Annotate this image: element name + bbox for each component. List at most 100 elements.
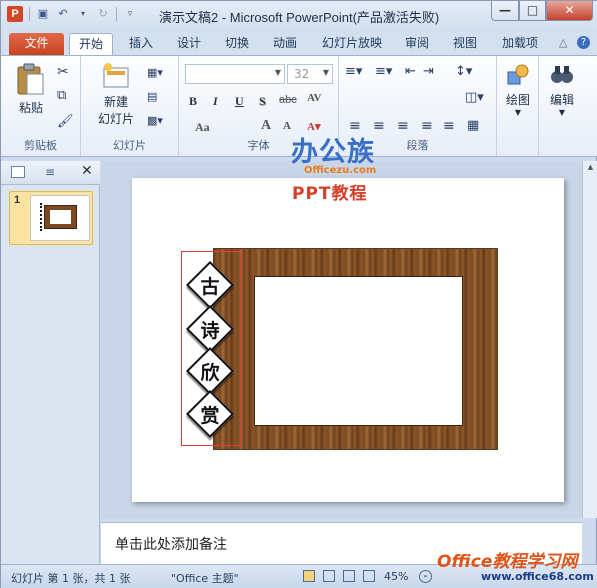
tab-slideshow[interactable]: 幻灯片放映 (319, 33, 385, 55)
diamond-char-4: 赏 (200, 405, 220, 427)
slide-thumbnail-preview (30, 195, 90, 241)
smartart-icon[interactable]: ▦ (467, 118, 479, 133)
tab-transitions[interactable]: 切换 (223, 33, 251, 55)
diamond-char-1: 古 (200, 276, 220, 298)
char-spacing-icon[interactable]: AV (307, 92, 321, 104)
watermark-brand: 办公族 (291, 137, 375, 168)
vertical-scrollbar[interactable]: ▲ (582, 161, 597, 518)
outline-tab-icon[interactable]: ≡ (45, 165, 55, 179)
tab-addins[interactable]: 加载项 (499, 33, 541, 55)
slides-group-label: 幻灯片 (113, 139, 146, 152)
font-size-combo[interactable]: 32 ▼ (287, 64, 333, 84)
save-icon[interactable]: ▣ (36, 7, 50, 21)
scroll-up-icon[interactable]: ▲ (585, 163, 596, 175)
powerpoint-window: P ▣ ↶ ▾ ↻ ▿ 演示文稿2 - Microsoft PowerPoint… (0, 0, 597, 588)
quick-access-toolbar: P ▣ ↶ ▾ ↻ ▿ (7, 6, 137, 22)
watermark-footer-brand: Office教程学习网 (437, 552, 578, 572)
thumb-frame (44, 205, 77, 229)
tab-design[interactable]: 设计 (175, 33, 203, 55)
notes-placeholder: 单击此处添加备注 (115, 537, 227, 553)
align-right-icon[interactable]: ≡ (397, 118, 409, 134)
title-bar: P ▣ ↶ ▾ ↻ ▿ 演示文稿2 - Microsoft PowerPoint… (1, 1, 597, 29)
slide-thumbnail-1[interactable]: 1 (9, 191, 93, 245)
underline-button[interactable]: U (235, 94, 244, 109)
new-slide-button[interactable]: 新建 幻灯片 (91, 62, 141, 127)
reset-icon[interactable]: ▤ (147, 90, 157, 103)
collapse-ribbon-icon[interactable]: △ (559, 36, 567, 49)
slideshow-view-icon[interactable] (363, 570, 375, 582)
bullets-icon[interactable]: ≡▾ (345, 64, 362, 79)
qat-separator (116, 7, 117, 21)
minimize-button[interactable]: — (491, 1, 519, 21)
cut-icon[interactable]: ✂ (57, 64, 69, 80)
chevron-down-icon: ▼ (274, 68, 281, 77)
section-icon[interactable]: ▩▾ (147, 114, 163, 127)
tab-view[interactable]: 视图 (451, 33, 479, 55)
justify-icon[interactable]: ≡ (421, 118, 433, 134)
window-title: 演示文稿2 - Microsoft PowerPoint(产品激活失败) (159, 10, 440, 25)
tab-review[interactable]: 审阅 (403, 33, 431, 55)
help-icon[interactable]: ? (577, 36, 590, 49)
distributed-icon[interactable]: ≡ (443, 118, 455, 134)
tab-home[interactable]: 开始 (69, 33, 113, 55)
qat-separator (29, 7, 30, 21)
chevron-down-icon: ▼ (322, 68, 329, 77)
maximize-button[interactable]: □ (519, 1, 546, 21)
paste-label: 粘贴 (18, 101, 43, 115)
editing-label: 编辑 (549, 93, 574, 107)
zoom-level[interactable]: 45% (384, 570, 408, 583)
slide-sorter-icon[interactable] (323, 570, 335, 582)
change-case-button[interactable]: Aa (195, 120, 210, 135)
group-drawing: 绘图 ▼ (497, 56, 539, 156)
slides-tab-icon[interactable] (11, 166, 25, 178)
shadow-button[interactable]: S (259, 94, 266, 109)
tab-insert[interactable]: 插入 (125, 33, 157, 55)
drawing-label: 绘图 (505, 93, 530, 107)
powerpoint-app-icon[interactable]: P (7, 6, 23, 22)
format-painter-icon[interactable]: 🖌 (57, 114, 74, 129)
chevron-down-icon: ▼ (558, 108, 566, 117)
tab-animations[interactable]: 动画 (271, 33, 299, 55)
strikethrough-button[interactable]: abc (279, 94, 297, 106)
watermark-subtitle: PPT教程 (292, 184, 368, 204)
reading-view-icon[interactable] (343, 570, 355, 582)
line-spacing-icon[interactable]: ↕▾ (455, 64, 472, 79)
redo-icon[interactable]: ↻ (96, 7, 110, 21)
copy-icon[interactable]: ⧉ (57, 88, 66, 103)
layout-icon[interactable]: ▦▾ (147, 66, 163, 79)
normal-view-icon[interactable] (303, 570, 315, 582)
decrease-indent-icon[interactable]: ⇤ (405, 64, 416, 79)
bold-button[interactable]: B (189, 94, 197, 109)
new-slide-icon (103, 63, 129, 88)
italic-button[interactable]: I (213, 94, 218, 109)
tab-file[interactable]: 文件 (9, 33, 64, 55)
undo-icon[interactable]: ↶ (56, 7, 70, 21)
columns-icon[interactable]: ◫▾ (465, 90, 484, 105)
thumb-frame-inner (50, 210, 71, 224)
diamond-char-3: 欣 (200, 362, 220, 384)
numbering-icon[interactable]: ≡▾ (375, 64, 392, 79)
zoom-out-icon[interactable]: - (419, 570, 432, 583)
clipboard-group-label: 剪贴板 (24, 139, 57, 152)
close-pane-icon[interactable]: ✕ (81, 163, 93, 179)
font-name-combo[interactable]: ▼ (185, 64, 285, 84)
slide-number: 1 (14, 194, 21, 206)
undo-dropdown-icon[interactable]: ▾ (76, 7, 90, 21)
watermark-footer-url: www.office68.com (481, 570, 594, 583)
editing-button[interactable]: 编辑 ▼ (543, 62, 581, 117)
frame-picture-area (254, 276, 463, 426)
shrink-font-button[interactable]: A (283, 120, 291, 132)
paste-button[interactable]: 粘贴 (11, 62, 51, 116)
paste-icon (17, 63, 44, 95)
group-clipboard: 粘贴 ✂ ⧉ 🖌 剪贴板 (1, 56, 81, 156)
theme-status: "Office 主题" (171, 572, 239, 585)
customize-qat-icon[interactable]: ▿ (123, 7, 137, 21)
close-button[interactable]: ✕ (546, 1, 593, 21)
ribbon-tabs: 文件 开始 插入 设计 切换 动画 幻灯片放映 审阅 视图 加载项 △ ? (1, 29, 597, 55)
group-editing: 编辑 ▼ (539, 56, 585, 156)
increase-indent-icon[interactable]: ⇥ (423, 64, 434, 79)
diamond-char-2: 诗 (200, 320, 220, 342)
new-slide-label-2: 幻灯片 (97, 112, 134, 126)
grow-font-button[interactable]: A (261, 118, 271, 134)
drawing-button[interactable]: 绘图 ▼ (499, 62, 537, 117)
